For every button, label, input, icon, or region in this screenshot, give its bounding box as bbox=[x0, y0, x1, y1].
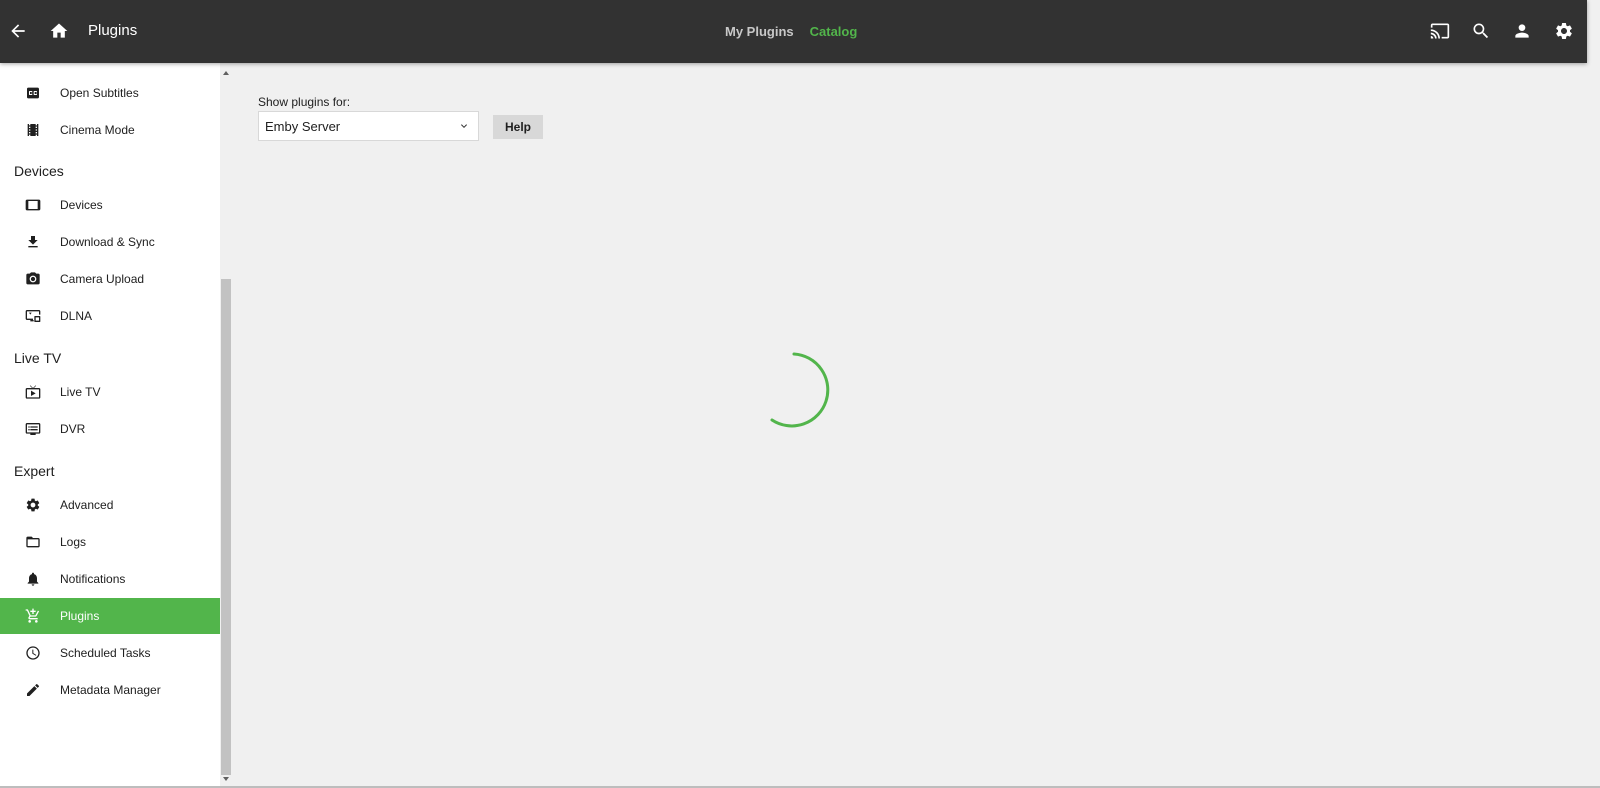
sidebar-item-label: Camera Upload bbox=[60, 272, 145, 286]
scrollbar-thumb[interactable] bbox=[221, 279, 231, 775]
sidebar-item-open-subtitles[interactable]: Open Subtitles bbox=[0, 75, 220, 111]
cast-icon bbox=[1430, 23, 1450, 39]
back-button[interactable] bbox=[0, 11, 38, 51]
sidebar-item-label: Scheduled Tasks bbox=[60, 646, 151, 660]
camera-icon bbox=[24, 270, 42, 288]
sidebar: Open Subtitles Cinema Mode Devices Devic… bbox=[0, 63, 220, 788]
sidebar-item-label: Live TV bbox=[60, 385, 101, 399]
dvr-icon bbox=[24, 420, 42, 438]
download-icon bbox=[24, 233, 42, 251]
sidebar-item-label: Notifications bbox=[60, 572, 126, 586]
sidebar-item-scheduled-tasks[interactable]: Scheduled Tasks bbox=[0, 635, 220, 671]
section-heading-live-tv: Live TV bbox=[14, 350, 62, 366]
chevron-down-icon bbox=[458, 120, 470, 132]
sidebar-item-label: Metadata Manager bbox=[60, 683, 161, 697]
show-plugins-for-label: Show plugins for: bbox=[258, 95, 351, 109]
sidebar-item-download-sync[interactable]: Download & Sync bbox=[0, 224, 220, 260]
sidebar-item-metadata-manager[interactable]: Metadata Manager bbox=[0, 672, 220, 708]
home-button[interactable] bbox=[39, 11, 79, 51]
sidebar-item-label: Open Subtitles bbox=[60, 86, 139, 100]
sidebar-item-label: DVR bbox=[60, 422, 86, 436]
folder-icon bbox=[24, 533, 42, 551]
sidebar-item-plugins[interactable]: Plugins bbox=[0, 598, 220, 634]
tab-catalog[interactable]: Catalog bbox=[810, 24, 858, 39]
sidebar-scrollbar[interactable] bbox=[220, 63, 232, 788]
bell-icon bbox=[24, 570, 42, 588]
sidebar-item-devices[interactable]: Devices bbox=[0, 187, 220, 223]
sidebar-item-label: DLNA bbox=[60, 309, 93, 323]
sidebar-item-label: Logs bbox=[60, 535, 87, 549]
sidebar-item-live-tv[interactable]: Live TV bbox=[0, 374, 220, 410]
tablet-icon bbox=[24, 196, 42, 214]
home-icon bbox=[50, 23, 68, 38]
window-right-edge bbox=[1587, 0, 1600, 788]
user-button[interactable] bbox=[1502, 11, 1542, 51]
screen-share-icon bbox=[24, 307, 42, 325]
gear-icon bbox=[24, 496, 42, 514]
user-icon bbox=[1515, 24, 1529, 38]
settings-button[interactable] bbox=[1544, 11, 1584, 51]
top-header: Plugins My Plugins Catalog bbox=[0, 0, 1587, 63]
sidebar-item-dlna[interactable]: DLNA bbox=[0, 298, 220, 334]
back-arrow-icon bbox=[11, 24, 25, 38]
sidebar-item-label: Download & Sync bbox=[60, 235, 155, 249]
sidebar-item-camera-upload[interactable]: Camera Upload bbox=[0, 261, 220, 297]
scroll-down-arrow-icon[interactable] bbox=[223, 777, 229, 781]
sidebar-item-label: Cinema Mode bbox=[60, 123, 135, 137]
search-button[interactable] bbox=[1461, 11, 1501, 51]
plugin-platform-select[interactable]: Emby Server bbox=[258, 111, 479, 141]
loading-spinner-icon bbox=[770, 352, 830, 428]
film-icon bbox=[24, 121, 42, 139]
select-value: Emby Server bbox=[265, 118, 341, 134]
sidebar-item-dvr[interactable]: DVR bbox=[0, 411, 220, 447]
live-tv-icon bbox=[24, 383, 42, 401]
help-button[interactable]: Help bbox=[493, 115, 543, 139]
gear-icon bbox=[1556, 22, 1572, 39]
sidebar-item-cinema-mode[interactable]: Cinema Mode bbox=[0, 112, 220, 148]
sidebar-item-advanced[interactable]: Advanced bbox=[0, 487, 220, 523]
search-icon bbox=[1473, 23, 1489, 39]
section-heading-expert: Expert bbox=[14, 463, 55, 479]
scroll-up-arrow-icon[interactable] bbox=[223, 71, 229, 75]
page-title: Plugins bbox=[88, 22, 138, 39]
sidebar-item-logs[interactable]: Logs bbox=[0, 524, 220, 560]
sidebar-item-label: Devices bbox=[60, 198, 103, 212]
closed-caption-icon bbox=[24, 84, 42, 102]
tab-my-plugins[interactable]: My Plugins bbox=[725, 24, 794, 39]
section-heading-devices: Devices bbox=[14, 163, 64, 179]
sidebar-item-label: Plugins bbox=[60, 609, 100, 623]
cart-plus-icon bbox=[24, 607, 42, 625]
pencil-icon bbox=[24, 681, 42, 699]
clock-icon bbox=[24, 644, 42, 662]
cast-button[interactable] bbox=[1420, 11, 1460, 51]
sidebar-item-label: Advanced bbox=[60, 498, 114, 512]
header-tabs: My Plugins Catalog bbox=[725, 24, 857, 39]
sidebar-item-notifications[interactable]: Notifications bbox=[0, 561, 220, 597]
